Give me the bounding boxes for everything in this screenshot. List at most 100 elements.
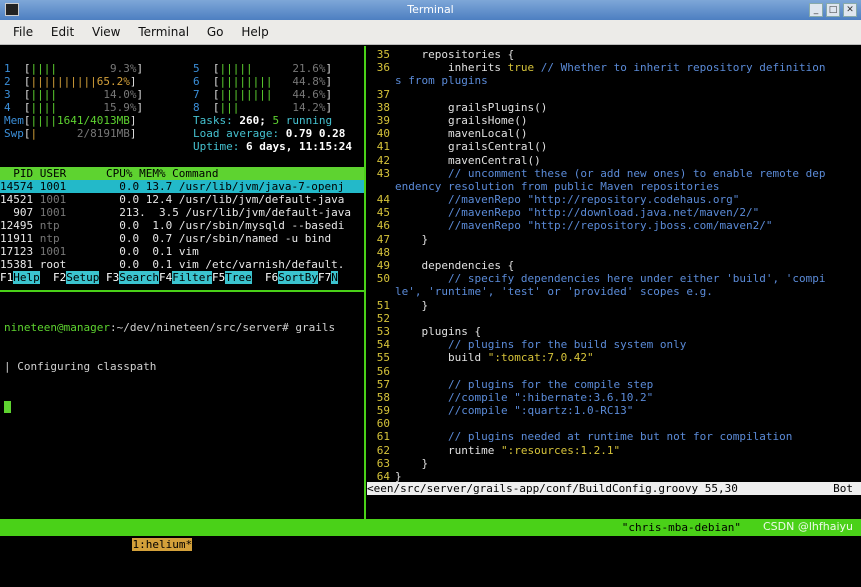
menu-edit[interactable]: Edit <box>51 25 74 39</box>
tmux-window-active[interactable]: 1:helium* <box>132 538 193 551</box>
cpu-pct: 15.9% <box>103 101 137 114</box>
swp-bar: 2/8191MB <box>76 127 130 140</box>
code-text: runtime ":resources:1.2.1" <box>395 443 621 457</box>
code-line[interactable]: 52 <box>367 312 861 325</box>
process-table-header[interactable]: PID USER CPU% MEM% Command <box>0 167 364 180</box>
code-text: endency resolution from public Maven rep… <box>395 179 720 193</box>
cpu-pct: 14.2% <box>292 101 326 114</box>
fkey[interactable]: F4 <box>159 271 173 284</box>
cpu-pct: 14.0% <box>103 88 137 101</box>
maximize-icon[interactable]: □ <box>826 3 840 17</box>
cpu-bar: |||| <box>30 62 58 75</box>
tasks-value: 260; <box>239 114 266 127</box>
table-row[interactable]: 11911 ntp 0.0 0.7 /usr/sbin/named -u bin… <box>0 232 364 245</box>
code-line[interactable]: 61 // plugins needed at runtime but not … <box>367 430 861 443</box>
table-row[interactable]: 14574 1001 0.0 13.7 /usr/lib/jvm/java-7-… <box>0 180 364 193</box>
fkey-label[interactable]: Tree <box>225 271 252 284</box>
code-line[interactable]: 47 } <box>367 233 861 246</box>
cpu-num: 7 <box>193 88 200 101</box>
code-line[interactable]: 55 build ":tomcat:7.0.42" <box>367 351 861 364</box>
fkey[interactable]: F7 <box>318 271 332 284</box>
table-row[interactable]: 14521 1001 0.0 12.4 /usr/lib/jvm/default… <box>0 193 364 206</box>
code-text: plugins { <box>395 324 482 338</box>
minimize-icon[interactable]: _ <box>809 3 823 17</box>
vim-pane[interactable]: 35 repositories {36 inherits true // Whe… <box>367 46 861 519</box>
code-line[interactable]: 57 // plugins for the compile step <box>367 378 861 391</box>
code-line[interactable]: 59 //compile ":quartz:1.0-RC13" <box>367 404 861 417</box>
code-line[interactable]: 45 //mavenRepo "http://download.java.net… <box>367 206 861 219</box>
code-line[interactable]: 38 grailsPlugins() <box>367 101 861 114</box>
code-text: } <box>395 456 429 470</box>
code-line[interactable]: 54 // plugins for the build system only <box>367 338 861 351</box>
tmux-window[interactable]: 2:r4b- <box>199 538 239 551</box>
line-number: 43 <box>376 166 390 180</box>
pane-divider-horizontal[interactable] <box>0 290 364 292</box>
pane-divider-vertical[interactable] <box>364 46 366 519</box>
menu-terminal[interactable]: Terminal <box>138 25 189 39</box>
code-line[interactable]: 35 repositories { <box>367 48 861 61</box>
code-line[interactable]: 48 <box>367 246 861 259</box>
tmux-window[interactable]: 0:nineteen <box>53 538 119 551</box>
code-text: // plugins for the build system only <box>395 338 687 352</box>
code-line[interactable]: 40 mavenLocal() <box>367 127 861 140</box>
code-line[interactable]: 41 grailsCentral() <box>367 140 861 153</box>
window-controls: _ □ ✕ <box>809 3 857 17</box>
menu-help[interactable]: Help <box>241 25 268 39</box>
code-line[interactable]: 39 grailsHome() <box>367 114 861 127</box>
close-icon[interactable]: ✕ <box>843 3 857 17</box>
code-line[interactable]: 63 } <box>367 457 861 470</box>
cpu-pct: 9.3% <box>109 62 137 75</box>
code-text: mavenLocal() <box>395 127 528 141</box>
code-line[interactable]: 53 plugins { <box>367 325 861 338</box>
fkey-label[interactable]: Help <box>13 271 40 284</box>
vim-buffer[interactable]: 35 repositories {36 inherits true // Whe… <box>367 46 861 483</box>
fkey[interactable]: F5 <box>212 271 226 284</box>
menu-view[interactable]: View <box>92 25 120 39</box>
tmux-window[interactable]: 3:ocf <box>252 538 285 551</box>
fkey-label[interactable]: SortBy <box>278 271 318 284</box>
menu-go[interactable]: Go <box>207 25 224 39</box>
code-text: // specify dependencies here under eithe… <box>395 272 826 286</box>
table-row[interactable]: 15381 root 0.0 0.1 vim /etc/varnish/defa… <box>0 258 364 271</box>
code-line[interactable]: 49 dependencies { <box>367 259 861 272</box>
tmux-window[interactable]: 4:stk <box>298 538 331 551</box>
code-line[interactable]: 36 inherits true // Whether to inherit r… <box>367 61 861 74</box>
tmux-window[interactable]: 5:trenders <box>344 538 410 551</box>
code-line[interactable]: 42 mavenCentral() <box>367 154 861 167</box>
code-line[interactable]: 56 <box>367 365 861 378</box>
code-line[interactable]: 62 runtime ":resources:1.2.1" <box>367 444 861 457</box>
code-line[interactable]: endency resolution from public Maven rep… <box>367 180 861 193</box>
code-line[interactable]: 51 } <box>367 299 861 312</box>
title-bar[interactable]: Terminal _ □ ✕ <box>0 0 861 20</box>
menu-file[interactable]: File <box>13 25 33 39</box>
table-row[interactable]: 12495 ntp 0.0 1.0 /usr/sbin/mysqld --bas… <box>0 219 364 232</box>
line-number: 52 <box>376 311 390 325</box>
load-values: 0.79 0.28 <box>285 127 346 140</box>
code-line[interactable]: s from plugins <box>367 74 861 87</box>
fkey[interactable]: F2 <box>53 271 67 284</box>
code-line[interactable]: 60 <box>367 417 861 430</box>
code-line[interactable]: 46 //mavenRepo "http://repository.jboss.… <box>367 219 861 232</box>
cpu-num: 1 <box>4 62 11 75</box>
fkey[interactable]: F3 <box>106 271 120 284</box>
code-line[interactable]: 43 // uncomment these (or add new ones) … <box>367 167 861 180</box>
table-row[interactable]: 17123 1001 0.0 0.1 vim <box>0 245 364 258</box>
code-line[interactable]: 44 //mavenRepo "http://repository.codeha… <box>367 193 861 206</box>
fkey-label[interactable]: Search <box>119 271 159 284</box>
code-line[interactable]: 58 //compile ":hibernate:3.6.10.2" <box>367 391 861 404</box>
code-line[interactable]: le', 'runtime', 'test' or 'provided' sco… <box>367 285 861 298</box>
table-row[interactable]: 907 1001 213. 3.5 /usr/lib/jvm/default-j… <box>0 206 364 219</box>
fkey[interactable]: F1 <box>0 271 14 284</box>
fkey-label[interactable]: Setup <box>66 271 100 284</box>
fkey[interactable]: F6 <box>265 271 279 284</box>
line-number: 49 <box>376 259 390 272</box>
fkey-label[interactable]: Filter <box>172 271 212 284</box>
shell-output[interactable]: nineteen@manager:~/dev/nineteen/src/serv… <box>4 295 335 439</box>
code-line[interactable]: 50 // specify dependencies here under ei… <box>367 272 861 285</box>
line-number: 56 <box>376 364 390 378</box>
fkey-label[interactable]: N <box>331 271 338 284</box>
left-pane[interactable]: 1 [|||| 9.3%] 2 [||||||||||65.2%] 3 [|||… <box>0 46 365 519</box>
cpu-meters-right: 5 [||||| 21.6%] 6 [|||||||| 44.8%] 7 [||… <box>193 62 352 153</box>
line-number: 57 <box>376 377 390 391</box>
code-line[interactable]: 37 <box>367 88 861 101</box>
